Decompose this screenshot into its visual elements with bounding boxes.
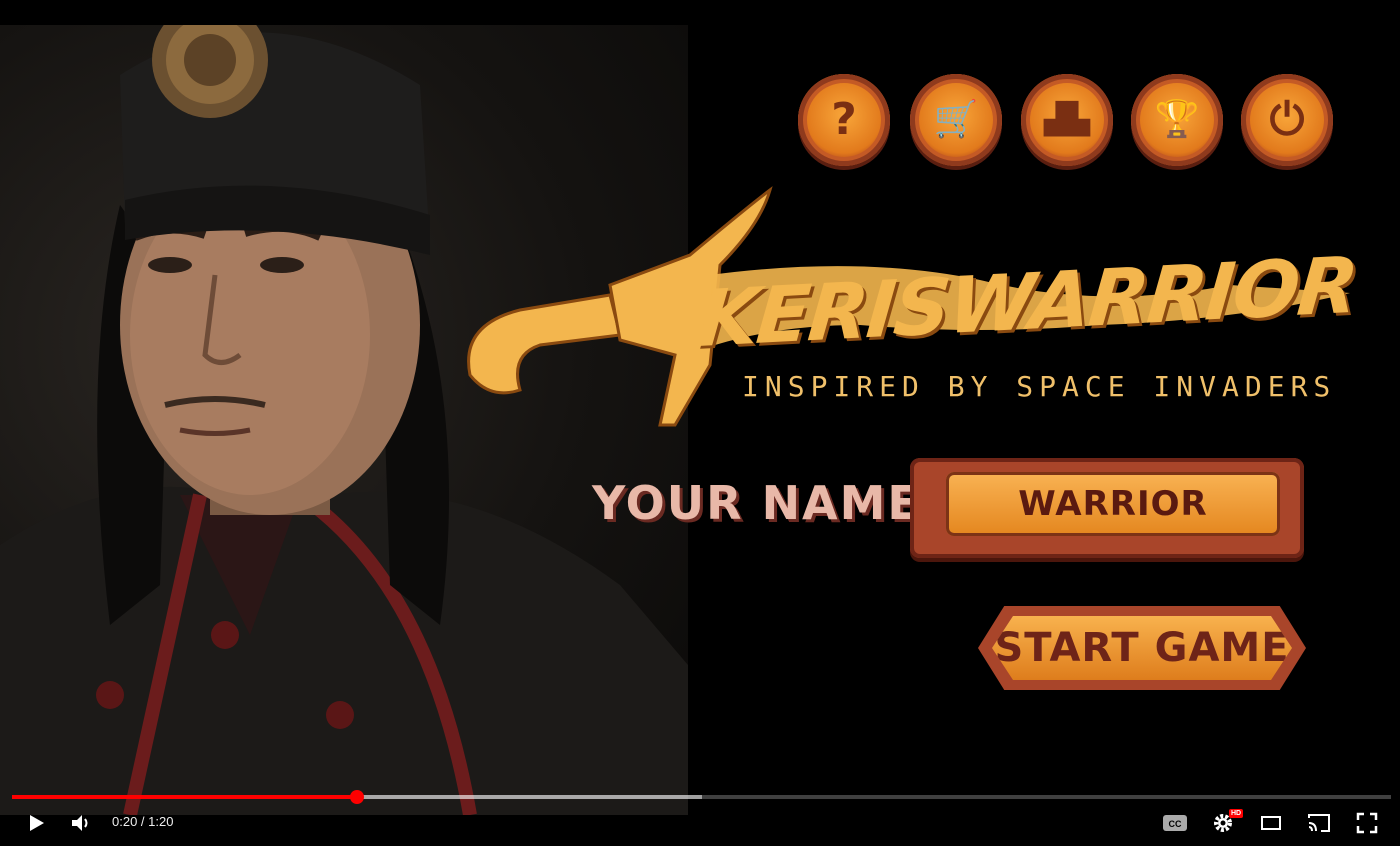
theater-icon	[1261, 816, 1281, 830]
theater-mode-button[interactable]	[1256, 808, 1286, 838]
play-icon	[30, 815, 44, 831]
volume-icon	[72, 815, 88, 831]
name-label: YOUR NAME:	[592, 476, 942, 530]
question-icon: ?	[831, 94, 857, 145]
cast-icon	[1308, 814, 1330, 832]
power-button[interactable]: ⏻	[1241, 74, 1333, 166]
fullscreen-button[interactable]	[1352, 808, 1382, 838]
help-button[interactable]: ?	[798, 74, 890, 166]
time-display: 0:20 / 1:20	[112, 814, 174, 829]
podium-icon: ▟▙	[1043, 102, 1091, 137]
cast-button[interactable]	[1304, 808, 1334, 838]
power-icon: ⏻	[1269, 94, 1305, 145]
video-progress-bar[interactable]	[12, 790, 1391, 804]
cart-icon: 🛒	[933, 99, 979, 140]
shop-button[interactable]: 🛒	[910, 74, 1002, 166]
played-bar	[12, 795, 357, 799]
hd-badge: HD	[1229, 809, 1244, 818]
game-subtitle: INSPIRED BY SPACE INVADERS	[742, 370, 1337, 403]
svg-text:CC: CC	[1169, 819, 1182, 829]
captions-icon: CC	[1163, 815, 1187, 831]
mute-button[interactable]	[66, 808, 96, 838]
start-game-label: START GAME	[992, 616, 1292, 680]
trophy-icon: 🏆	[1154, 99, 1200, 140]
start-game-button[interactable]: START GAME	[978, 606, 1306, 690]
achievements-button[interactable]: 🏆	[1131, 74, 1223, 166]
fullscreen-icon	[1356, 812, 1378, 834]
scrubber-handle[interactable]	[349, 790, 364, 804]
play-button[interactable]	[22, 808, 50, 838]
captions-button[interactable]: CC	[1160, 808, 1190, 838]
leaderboard-button[interactable]: ▟▙	[1021, 74, 1113, 166]
name-input[interactable]	[946, 472, 1280, 536]
